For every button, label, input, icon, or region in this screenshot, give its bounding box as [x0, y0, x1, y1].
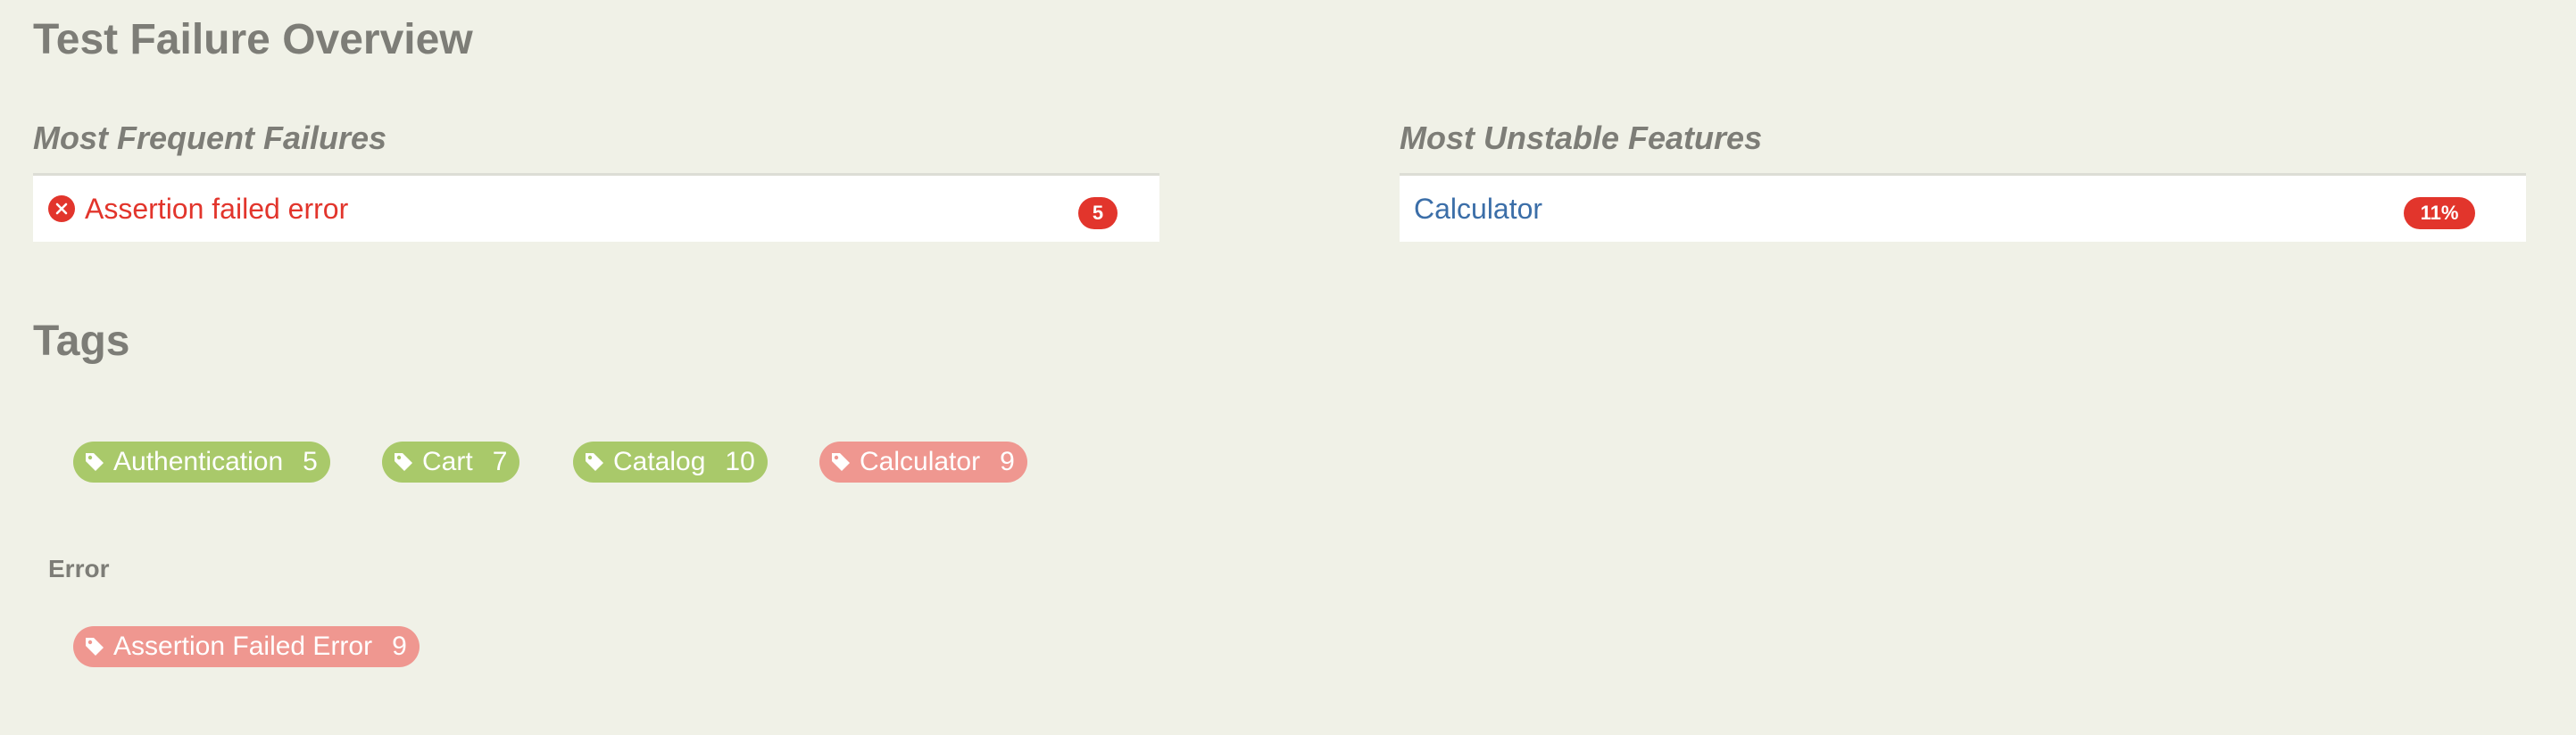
- tag-count: 9: [1000, 447, 1015, 476]
- tag-label: Calculator: [860, 447, 981, 476]
- test-failure-overview-page: Test Failure Overview Most Frequent Fail…: [0, 0, 2576, 735]
- tag-label: Cart: [422, 447, 473, 476]
- unstable-feature-link[interactable]: Calculator: [1414, 176, 1542, 242]
- tag-group-label-error: Error: [48, 555, 110, 582]
- tag-authentication[interactable]: Authentication 5: [73, 442, 330, 483]
- tag-count: 9: [392, 632, 407, 661]
- page-title: Test Failure Overview: [33, 16, 473, 63]
- tag-calculator[interactable]: Calculator 9: [819, 442, 1027, 483]
- failure-item-link[interactable]: Assertion failed error: [47, 176, 348, 242]
- tag-label: Assertion Failed Error: [113, 632, 373, 661]
- instability-rate-badge: 11%: [2404, 197, 2475, 229]
- most-frequent-failures-panel: Assertion failed error 5: [33, 173, 1159, 242]
- tag-icon: [86, 453, 104, 471]
- tag-assertion-failed-error[interactable]: Assertion Failed Error 9: [73, 626, 420, 667]
- failure-count-badge: 5: [1078, 197, 1118, 229]
- most-unstable-features-panel: Calculator 11%: [1400, 173, 2526, 242]
- tag-icon: [586, 453, 603, 471]
- most-unstable-features-heading: Most Unstable Features: [1400, 120, 1763, 156]
- tag-count: 10: [725, 447, 755, 476]
- tag-label: Authentication: [113, 447, 284, 476]
- tag-icon: [395, 453, 412, 471]
- tag-cart[interactable]: Cart 7: [382, 442, 520, 483]
- tag-catalog[interactable]: Catalog 10: [573, 442, 768, 483]
- tag-count: 7: [492, 447, 508, 476]
- failure-item-label: Assertion failed error: [85, 193, 349, 225]
- tag-icon: [832, 453, 850, 471]
- tag-label: Catalog: [613, 447, 706, 476]
- tags-title: Tags: [33, 318, 130, 365]
- error-circle-icon: [48, 195, 75, 222]
- tag-icon: [86, 638, 104, 656]
- most-frequent-failures-heading: Most Frequent Failures: [33, 120, 387, 156]
- tag-count: 5: [303, 447, 318, 476]
